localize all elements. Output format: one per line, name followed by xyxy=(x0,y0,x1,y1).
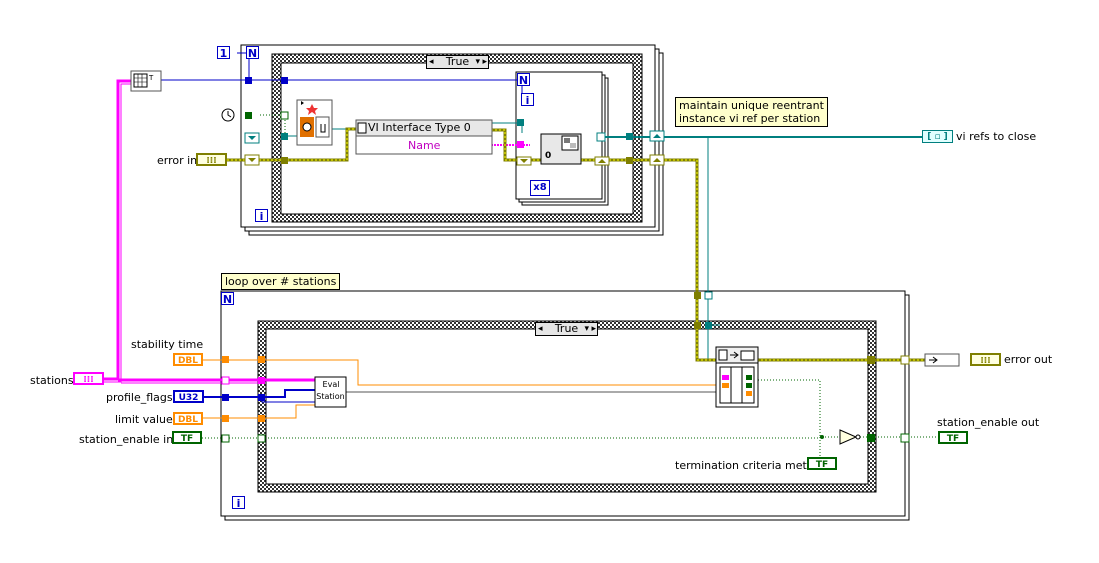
comment-line1: maintain unique reentrant xyxy=(679,99,824,112)
bottom-loop-iteration-terminal: i xyxy=(232,496,245,510)
stability-time-label: stability time xyxy=(131,338,204,351)
top-loop-count-terminal[interactable]: N xyxy=(246,46,259,60)
right-arrow-icon[interactable]: ▸ xyxy=(482,56,487,68)
wire-junction xyxy=(820,435,824,439)
dropdown-arrow-icon[interactable]: ▾ xyxy=(584,323,589,335)
bottom-case-selector-label: True xyxy=(554,322,579,335)
eval-station-line2: Station xyxy=(316,392,345,401)
error-in-terminal[interactable]: ⁞⁞⁞ xyxy=(196,153,227,166)
profile-flags-label: profile_flags xyxy=(106,391,173,404)
stability-time-terminal[interactable]: DBL xyxy=(173,353,203,366)
termination-criteria-label: termination criteria met? xyxy=(675,459,813,472)
station-enable-out-label: station_enable out xyxy=(937,416,1040,429)
vi-refs-to-close-label: vi refs to close xyxy=(956,130,1037,143)
limit-value-terminal[interactable]: DBL xyxy=(173,412,203,425)
static-vi-reference[interactable] xyxy=(296,99,333,146)
error-out-terminal[interactable]: ⁞⁞⁞ xyxy=(970,353,1001,366)
station-enable-in-terminal[interactable]: TF xyxy=(172,431,202,444)
dropdown-arrow-icon[interactable]: ▾ xyxy=(475,56,480,68)
comment-unique-ref: maintain unique reentrant instance vi re… xyxy=(675,97,828,127)
right-arrow-icon[interactable]: ▸ xyxy=(591,323,596,335)
error-out-label: error out xyxy=(1004,353,1053,366)
comment-line2: instance vi ref per station xyxy=(679,112,821,125)
limit-value-label: limit value xyxy=(115,413,173,426)
eval-station-line1: Eval xyxy=(322,380,340,389)
loop-count-constant[interactable]: 1 xyxy=(217,46,230,60)
block-diagram: 0 T xyxy=(104,44,960,521)
svg-text:T: T xyxy=(148,74,154,82)
left-arrow-icon[interactable]: ◂ xyxy=(538,323,543,335)
inner-loop-iteration-terminal: i xyxy=(521,93,534,107)
build-array-node[interactable]: 0 xyxy=(540,133,582,165)
vi-interface-label: VI Interface Type 0 xyxy=(368,121,471,134)
termination-criteria-terminal[interactable]: TF xyxy=(807,457,837,470)
top-case-selector-label: True xyxy=(445,55,470,68)
array-constant[interactable]: T xyxy=(130,70,162,92)
bottom-loop-count-terminal[interactable]: N xyxy=(221,292,234,306)
top-case-selector[interactable]: ◂ True ▾ ▸ xyxy=(426,55,489,69)
comment-loop-over-stations: loop over # stations xyxy=(221,273,341,290)
timeout-icon xyxy=(221,108,235,122)
svg-text:0: 0 xyxy=(545,151,551,161)
vi-refs-to-close-terminal[interactable]: [ ▫ ] xyxy=(922,130,953,143)
options-constant[interactable]: x8 xyxy=(530,180,550,196)
station-enable-in-label: station_enable in xyxy=(79,433,174,446)
profile-flags-terminal[interactable]: U32 xyxy=(173,390,204,403)
bottom-case-selector[interactable]: ◂ True ▾ ▸ xyxy=(535,322,598,336)
stations-label: stations xyxy=(30,374,74,387)
call-by-reference-node[interactable] xyxy=(715,346,759,408)
error-in-label: error in xyxy=(157,154,198,167)
station-enable-out-terminal[interactable]: TF xyxy=(938,431,968,444)
left-arrow-icon[interactable]: ◂ xyxy=(429,56,434,68)
unbundle-error-node[interactable] xyxy=(924,353,960,367)
stations-terminal[interactable]: ⁞⁞⁞ xyxy=(73,372,104,385)
inner-loop-count-terminal[interactable]: N xyxy=(517,73,530,87)
top-loop-iteration-terminal: i xyxy=(255,209,268,223)
name-property-label[interactable]: Name xyxy=(408,139,440,152)
